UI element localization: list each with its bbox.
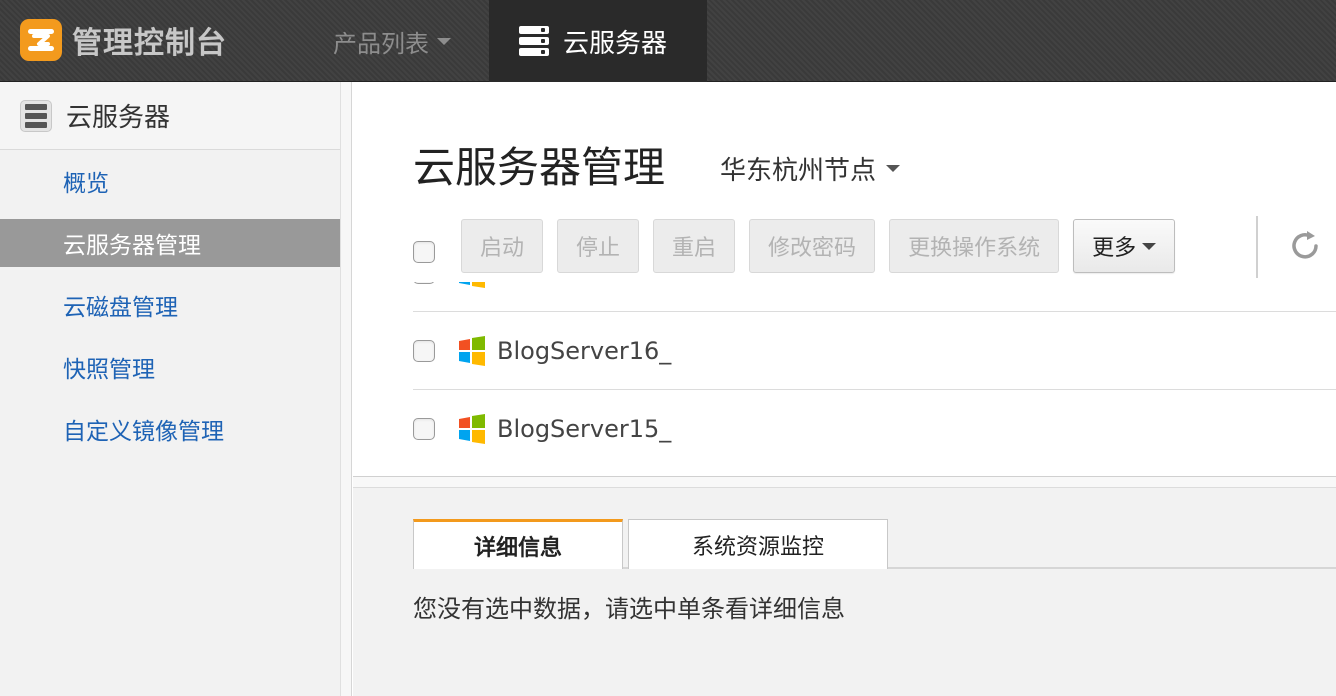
table-row[interactable] bbox=[413, 282, 1336, 312]
table-row[interactable]: BlogServer15_ bbox=[413, 390, 1336, 468]
sidebar-header: 云服务器 bbox=[0, 82, 340, 150]
chevron-down-icon bbox=[437, 38, 451, 45]
nav-cloud-server-label: 云服务器 bbox=[563, 28, 668, 59]
console-title: 管理控制台 bbox=[72, 26, 227, 61]
console-logo[interactable]: 管理控制台 bbox=[20, 18, 227, 62]
more-button[interactable]: 更多 bbox=[1073, 219, 1176, 273]
row-checkbox[interactable] bbox=[413, 282, 435, 284]
server-icon bbox=[20, 99, 52, 132]
detail-tabs: 详细信息 系统资源监控 bbox=[413, 519, 1336, 569]
sidebar-item-server-management[interactable]: 云服务器管理 bbox=[0, 219, 340, 267]
stop-button[interactable]: 停止 bbox=[557, 219, 640, 273]
tab-resource-monitor[interactable]: 系统资源监控 bbox=[628, 519, 888, 569]
start-button[interactable]: 启动 bbox=[461, 219, 544, 273]
change-os-button[interactable]: 更换操作系统 bbox=[889, 219, 1060, 273]
nav-cloud-server[interactable]: 云服务器 bbox=[489, 0, 707, 82]
windows-icon bbox=[459, 335, 485, 366]
empty-selection-message: 您没有选中数据，请选中单条看详细信息 bbox=[413, 595, 845, 623]
sidebar-item-custom-image-management[interactable]: 自定义镜像管理 bbox=[0, 398, 340, 460]
windows-icon bbox=[459, 282, 485, 288]
sidebar-item-snapshot-management[interactable]: 快照管理 bbox=[0, 336, 340, 398]
server-name[interactable]: BlogServer16_ bbox=[497, 337, 671, 365]
action-toolbar: 启动 停止 重启 修改密码 更换操作系统 更多 bbox=[413, 218, 1189, 274]
page-title: 云服务器管理 bbox=[413, 143, 666, 192]
toolbar-divider bbox=[1256, 216, 1258, 278]
main-content: 云服务器管理 华东杭州节点 启动 停止 重启 修改密码 更换操作系统 更多 Bl… bbox=[353, 82, 1336, 696]
cloud-logo-icon bbox=[20, 19, 62, 61]
detail-panel: 详细信息 系统资源监控 您没有选中数据，请选中单条看详细信息 bbox=[353, 476, 1336, 696]
sidebar: 云服务器 概览 云服务器管理 云磁盘管理 快照管理 自定义镜像管理 bbox=[0, 82, 352, 696]
windows-icon bbox=[459, 414, 485, 444]
refresh-icon[interactable] bbox=[1287, 228, 1323, 264]
select-all-checkbox[interactable] bbox=[413, 241, 435, 263]
sidebar-item-disk-management[interactable]: 云磁盘管理 bbox=[0, 274, 340, 336]
table-row[interactable]: BlogServer16_ bbox=[413, 312, 1336, 390]
tab-details[interactable]: 详细信息 bbox=[413, 519, 623, 569]
product-list-label: 产品列表 bbox=[333, 30, 429, 58]
restart-button[interactable]: 重启 bbox=[653, 219, 736, 273]
row-checkbox[interactable] bbox=[413, 339, 435, 362]
server-name[interactable]: BlogServer15_ bbox=[497, 415, 671, 443]
change-password-button[interactable]: 修改密码 bbox=[749, 219, 876, 273]
server-icon bbox=[519, 26, 549, 56]
sidebar-item-overview[interactable]: 概览 bbox=[0, 150, 340, 212]
server-list: BlogServer16_ BlogServer15_ bbox=[413, 282, 1336, 474]
region-selector[interactable]: 华东杭州节点 bbox=[720, 150, 901, 187]
sidebar-header-label: 云服务器 bbox=[66, 103, 171, 133]
chevron-down-icon bbox=[1142, 242, 1157, 250]
chevron-down-icon bbox=[886, 165, 901, 172]
region-label: 华东杭州节点 bbox=[720, 156, 877, 186]
top-navigation-bar: 管理控制台 产品列表 云服务器 bbox=[0, 0, 1336, 82]
more-button-label: 更多 bbox=[1092, 236, 1137, 261]
row-checkbox[interactable] bbox=[413, 418, 435, 440]
product-list-menu[interactable]: 产品列表 bbox=[333, 24, 451, 59]
